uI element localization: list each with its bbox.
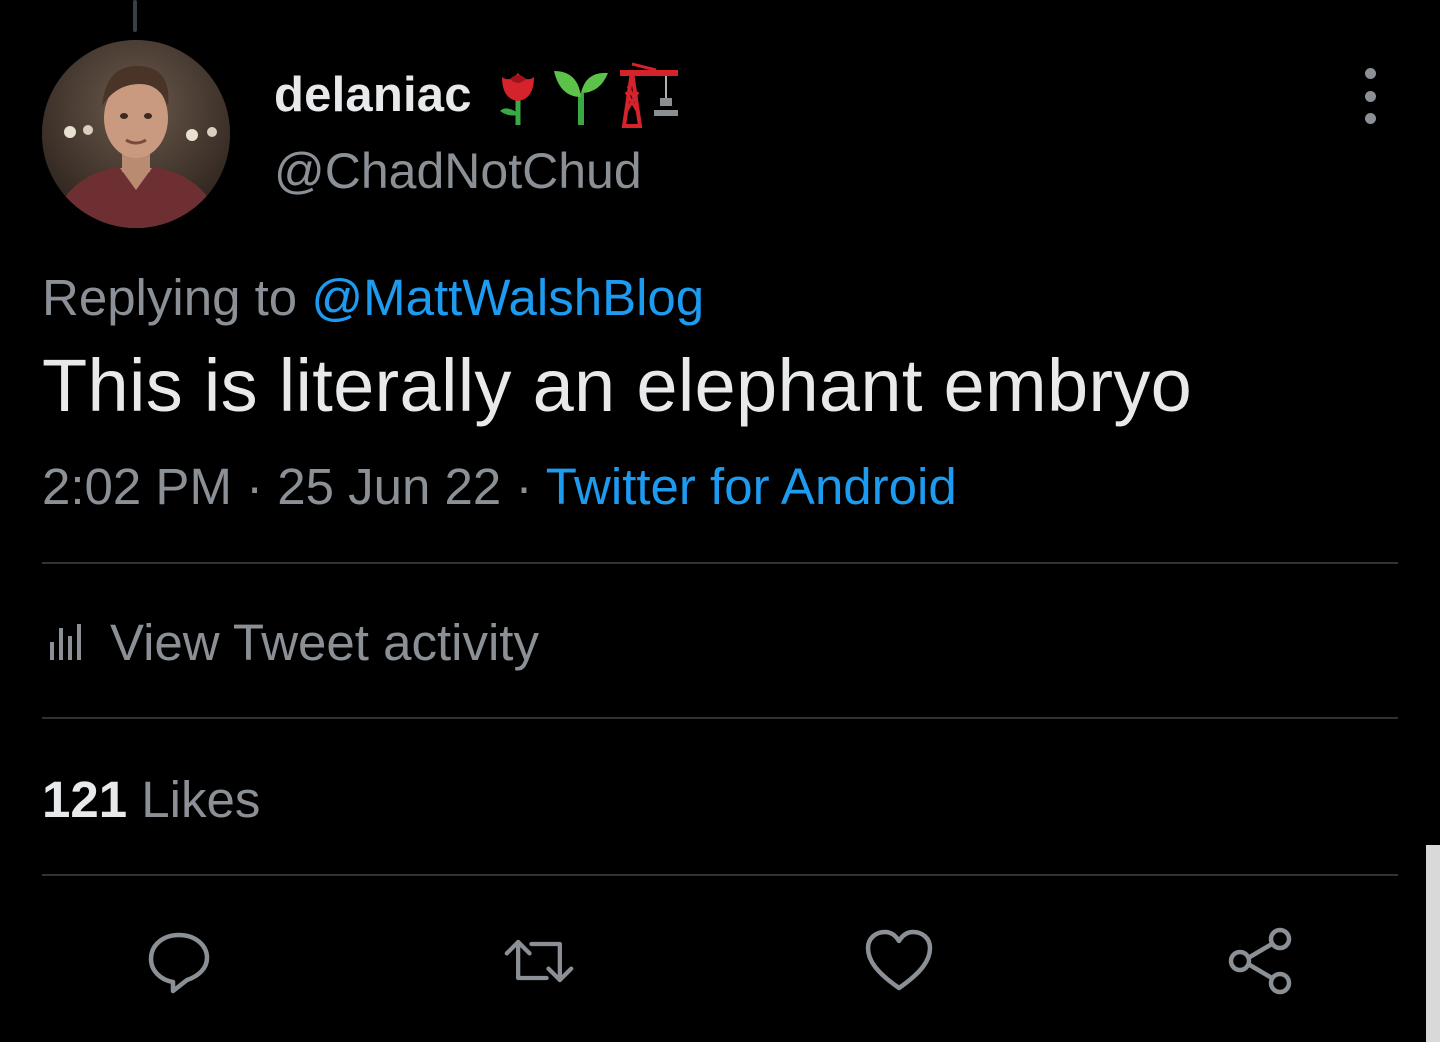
share-icon xyxy=(1228,927,1292,995)
replying-to-mention-link[interactable]: @MattWalshBlog xyxy=(311,269,704,326)
share-button[interactable] xyxy=(1224,925,1296,997)
divider xyxy=(42,874,1398,876)
replying-to-line: Replying to @MattWalshBlog xyxy=(42,268,704,327)
more-options-button[interactable] xyxy=(1350,68,1390,124)
more-dot-icon xyxy=(1364,90,1376,102)
more-dot-icon xyxy=(1364,113,1376,124)
author-handle[interactable]: @ChadNotChud xyxy=(274,142,642,200)
view-tweet-activity-button[interactable]: View Tweet activity xyxy=(42,612,539,672)
like-icon xyxy=(865,929,933,991)
divider xyxy=(42,562,1398,564)
likes-stat[interactable]: 121 Likes xyxy=(42,770,260,829)
name-emoji-group xyxy=(490,62,680,128)
reply-icon xyxy=(148,932,210,994)
tweet-date[interactable]: 25 Jun 22 xyxy=(277,458,501,515)
tweet-time[interactable]: 2:02 PM xyxy=(42,458,232,515)
meta-separator: · xyxy=(246,458,264,515)
meta-separator: · xyxy=(515,458,533,515)
view-tweet-activity-label: View Tweet activity xyxy=(110,613,539,671)
author-name-row[interactable]: delaniac xyxy=(274,60,680,130)
tweet-metadata: 2:02 PM · 25 Jun 22 · Twitter for Androi… xyxy=(42,457,957,516)
analytics-bars-icon xyxy=(50,624,81,660)
retweet-icon xyxy=(504,939,574,983)
thread-connector-line xyxy=(133,0,137,32)
avatar[interactable] xyxy=(42,40,230,228)
avatar-photo xyxy=(42,40,230,228)
tweet-text: This is literally an elephant embryo xyxy=(42,344,1193,427)
divider xyxy=(42,717,1398,719)
rose-icon xyxy=(499,73,534,125)
more-dot-icon xyxy=(1364,68,1376,79)
seedling-icon xyxy=(553,71,608,125)
likes-label: Likes xyxy=(141,771,261,828)
scrollbar-thumb[interactable] xyxy=(1426,845,1440,1042)
replying-to-prefix: Replying to xyxy=(42,269,298,326)
like-button[interactable] xyxy=(863,925,935,997)
author-display-name[interactable]: delaniac xyxy=(274,67,472,123)
construction-crane-icon xyxy=(619,62,678,128)
retweet-button[interactable] xyxy=(503,925,575,997)
tweet-source-link[interactable]: Twitter for Android xyxy=(546,458,957,515)
likes-count: 121 xyxy=(42,771,128,828)
reply-button[interactable] xyxy=(143,925,215,997)
